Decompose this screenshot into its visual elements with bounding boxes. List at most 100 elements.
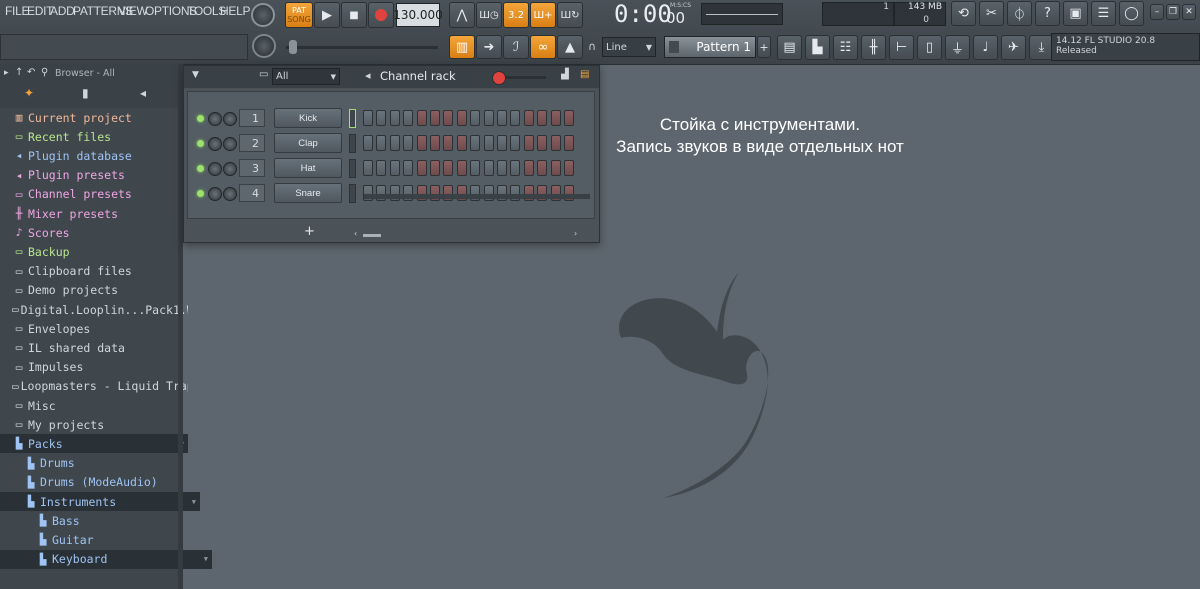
mute-led[interactable] <box>197 140 204 147</box>
browser-item[interactable]: ◂ Plugin database <box>0 146 188 165</box>
playlist-button[interactable]: ▤ <box>777 35 802 60</box>
touch-controller-button[interactable]: ♩ <box>973 35 998 60</box>
swing-slider[interactable] <box>492 71 546 85</box>
pan-knob[interactable] <box>208 162 222 176</box>
step-button[interactable] <box>430 135 440 151</box>
volume-knob[interactable] <box>223 162 237 176</box>
scroll-right-icon[interactable]: › <box>574 229 577 238</box>
chat-button[interactable]: ◯ <box>1119 1 1144 26</box>
search-icon[interactable]: ⚲ <box>41 67 48 78</box>
step-button[interactable] <box>537 135 548 151</box>
step-button[interactable] <box>403 160 414 176</box>
step-button[interactable] <box>443 135 454 151</box>
browser-item[interactable]: ▙Packs▼ <box>0 434 188 454</box>
step-edit-button[interactable]: ➜ <box>476 35 502 59</box>
channel-name-button[interactable]: Clap <box>274 133 342 153</box>
step-button[interactable] <box>483 160 494 176</box>
step-button[interactable] <box>443 160 454 176</box>
mute-led[interactable] <box>197 190 204 197</box>
stamp-button[interactable]: ▲ <box>557 35 583 59</box>
step-button[interactable] <box>550 160 561 176</box>
channel-select[interactable] <box>349 109 356 128</box>
menu-add[interactable]: ADD <box>50 4 75 22</box>
save-button[interactable]: ▣ <box>1063 1 1088 26</box>
step-button[interactable] <box>537 110 548 126</box>
browser-item[interactable]: ▭ Loopmasters - Liquid Trap <box>0 377 188 396</box>
tutorials-button[interactable]: ✈ <box>1001 35 1026 60</box>
metronome-button[interactable]: ⋀ <box>449 2 475 28</box>
music-note-icon[interactable]: ✦ <box>24 86 34 100</box>
browser-item[interactable]: ▙ Drums (ModeAudio) <box>0 473 200 492</box>
channel-select[interactable] <box>349 184 356 203</box>
add-channel-button[interactable]: + <box>304 224 315 239</box>
step-button[interactable] <box>363 160 373 176</box>
step-button[interactable] <box>416 135 427 151</box>
step-button[interactable] <box>376 110 387 126</box>
mixer-track-number[interactable]: 3 <box>239 159 265 177</box>
mute-led[interactable] <box>197 165 204 172</box>
mixer-track-number[interactable]: 2 <box>239 134 265 152</box>
step-button[interactable] <box>510 160 521 176</box>
step-button[interactable] <box>497 135 507 151</box>
pattern-selector[interactable]: Pattern 1 <box>664 36 756 58</box>
step-button[interactable] <box>523 160 534 176</box>
export-button[interactable]: ☰ <box>1091 1 1116 26</box>
step-button[interactable] <box>483 110 494 126</box>
step-button[interactable] <box>416 110 427 126</box>
browser-item[interactable]: ▭ My projects <box>0 415 188 434</box>
step-button[interactable] <box>550 110 561 126</box>
browser-item[interactable]: ▭ Impulses <box>0 358 188 377</box>
undo-button[interactable]: ⟲ <box>951 1 976 26</box>
pan-knob[interactable] <box>208 137 222 151</box>
piano-roll-button[interactable]: ▙ <box>805 35 830 60</box>
browser-item[interactable]: ▭ Envelopes <box>0 319 188 338</box>
channel-name-button[interactable]: Snare <box>274 183 342 203</box>
step-button[interactable] <box>363 110 373 126</box>
browser-item[interactable]: ▙ Instruments ▼ <box>0 492 200 511</box>
add-pattern-button[interactable]: + <box>757 36 771 58</box>
arrow-up-icon[interactable]: ↑ <box>15 67 23 78</box>
restore-button[interactable]: ❐ <box>1166 4 1180 20</box>
browser-item[interactable]: ▥ Current project <box>0 108 188 127</box>
browser-menu-icon[interactable]: ▸ <box>4 68 9 78</box>
browser-item[interactable]: ▭Digital.Looplin...Pack1.WAV.REX <box>0 300 188 319</box>
record-button[interactable] <box>368 2 394 28</box>
step-scrollbar[interactable] <box>364 194 590 199</box>
menu-view[interactable]: VIEW <box>118 4 148 22</box>
pitch-slider[interactable] <box>286 40 438 54</box>
pan-knob[interactable] <box>208 112 222 126</box>
master-pitch-knob[interactable] <box>252 34 276 58</box>
wait-input-button[interactable]: Ш◷ <box>476 2 502 28</box>
step-button[interactable] <box>537 160 548 176</box>
step-button[interactable] <box>497 110 507 126</box>
volume-knob[interactable] <box>223 112 237 126</box>
master-volume-knob[interactable] <box>251 3 275 27</box>
step-button[interactable] <box>470 160 481 176</box>
pat-song-toggle[interactable]: PAT SONG <box>285 2 313 28</box>
close-button[interactable]: ✕ <box>1182 4 1196 20</box>
snap-select[interactable]: Line ▼ <box>602 37 656 57</box>
mixer-button[interactable]: ╫ <box>861 35 886 60</box>
speaker-icon[interactable]: ◂ <box>140 86 146 100</box>
step-button[interactable] <box>376 135 387 151</box>
step-button[interactable] <box>456 110 467 126</box>
step-button[interactable] <box>510 135 521 151</box>
scroll-left-icon[interactable]: ‹ <box>354 229 357 238</box>
browser-item[interactable]: ╫ Mixer presets <box>0 204 188 223</box>
browser-item[interactable]: ▭ Misc <box>0 396 188 415</box>
tempo-display[interactable]: 130.000 <box>393 3 443 27</box>
file-icon[interactable]: ▮ <box>82 86 89 100</box>
countdown-button[interactable]: 3.2 <box>503 2 529 28</box>
project-info-button[interactable]: ▯ <box>917 35 942 60</box>
browser-item[interactable]: ▭ Recent files <box>0 127 188 146</box>
help-button[interactable]: ? <box>1035 1 1060 26</box>
menu-file[interactable]: FILE <box>5 4 29 22</box>
step-button[interactable] <box>456 160 467 176</box>
step-button[interactable] <box>403 135 414 151</box>
step-button[interactable] <box>510 110 521 126</box>
browser-item[interactable]: ◂ Plugin presets <box>0 166 188 185</box>
stop-button[interactable]: ■ <box>341 2 367 28</box>
step-mode-icon[interactable]: ▤ <box>580 69 589 80</box>
loop-record-button[interactable]: Ш↻ <box>557 2 583 28</box>
step-button[interactable] <box>389 160 400 176</box>
